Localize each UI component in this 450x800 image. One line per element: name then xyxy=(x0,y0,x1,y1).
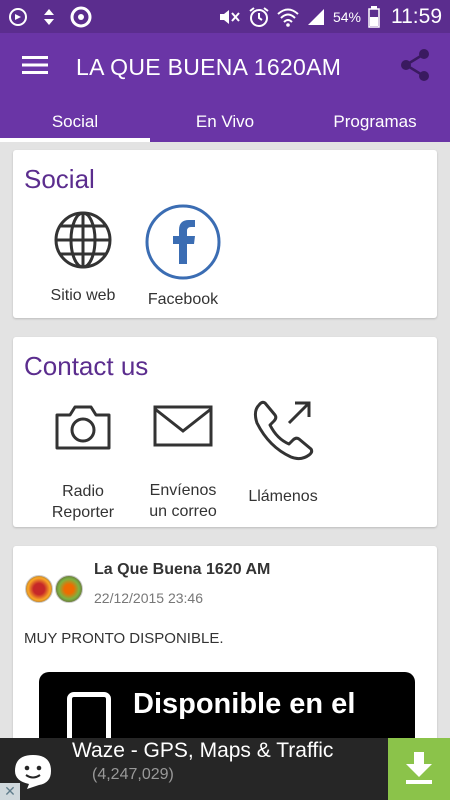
wifi-icon xyxy=(277,7,299,27)
radio-reporter-label: Radio Reporter xyxy=(52,481,114,523)
facebook-link[interactable]: Facebook xyxy=(141,204,225,310)
app-bar: LA QUE BUENA 1620AM xyxy=(0,33,450,101)
phone-call-icon xyxy=(251,397,315,466)
post-author[interactable]: La Que Buena 1620 AM xyxy=(94,561,270,579)
download-icon xyxy=(404,750,434,789)
data-arrows-icon xyxy=(42,8,56,26)
website-link[interactable]: Sitio web xyxy=(43,210,123,306)
share-icon xyxy=(399,48,431,87)
share-button[interactable] xyxy=(380,33,450,101)
avatar xyxy=(25,575,53,603)
radio-reporter-button[interactable]: Radio Reporter xyxy=(43,403,123,523)
camera-icon xyxy=(54,403,112,456)
tab-en-vivo[interactable]: En Vivo xyxy=(150,101,300,142)
tab-label: Social xyxy=(51,111,99,131)
call-us-button[interactable]: Llámenos xyxy=(241,397,325,507)
tab-programas[interactable]: Programas xyxy=(300,101,450,142)
send-email-button[interactable]: Envíenos un correo xyxy=(141,403,225,522)
ad-close-button[interactable]: ✕ xyxy=(0,783,20,800)
avatar xyxy=(55,575,83,603)
ad-title: Waze - GPS, Maps & Traffic xyxy=(72,739,334,762)
post-date: 22/12/2015 23:46 xyxy=(94,590,203,606)
contact-card-title: Contact us xyxy=(24,351,149,381)
ad-rating-count: (4,247,029) xyxy=(92,766,174,783)
menu-button[interactable] xyxy=(0,33,70,101)
battery-icon xyxy=(368,5,380,28)
signal-icon xyxy=(306,7,326,27)
facebook-label: Facebook xyxy=(147,291,219,308)
tab-label: En Vivo xyxy=(195,111,255,131)
clock: 11:59 xyxy=(391,4,442,28)
mute-icon xyxy=(217,7,241,27)
app-title: LA QUE BUENA 1620AM xyxy=(76,53,342,80)
label-line: un correo xyxy=(149,503,217,520)
mail-icon xyxy=(153,403,213,452)
download-button[interactable] xyxy=(388,738,450,800)
notification-icon xyxy=(8,7,28,27)
status-bar: 54% 11:59 xyxy=(0,0,450,33)
globe-icon xyxy=(53,210,113,275)
tab-social[interactable]: Social xyxy=(0,101,150,142)
tab-bar: Social En Vivo Programas xyxy=(0,101,450,142)
alarm-icon xyxy=(248,6,270,28)
facebook-icon xyxy=(145,204,221,285)
app-icon xyxy=(70,6,92,28)
tab-label: Programas xyxy=(333,111,417,131)
post-text: MUY PRONTO DISPONIBLE. xyxy=(24,630,224,647)
social-card-title: Social xyxy=(24,164,95,194)
label-line: Reporter xyxy=(51,504,115,521)
label-line: Envíenos xyxy=(149,482,217,499)
close-icon: ✕ xyxy=(4,783,16,799)
label-line: Radio xyxy=(62,483,104,500)
store-badge-text: Disponible en el xyxy=(133,688,356,720)
website-label: Sitio web xyxy=(50,287,116,304)
ad-banner[interactable]: Waze - GPS, Maps & Traffic (4,247,029) ✕ xyxy=(0,738,450,800)
call-us-label: Llámenos xyxy=(248,488,318,505)
social-card: Social Sitio web Facebook xyxy=(13,150,437,318)
contact-card: Contact us Radio Reporter Envíenos un co… xyxy=(13,337,437,527)
send-email-label: Envíenos un correo xyxy=(149,480,217,522)
hamburger-menu-icon xyxy=(22,55,48,80)
battery-percent: 54% xyxy=(332,8,361,25)
